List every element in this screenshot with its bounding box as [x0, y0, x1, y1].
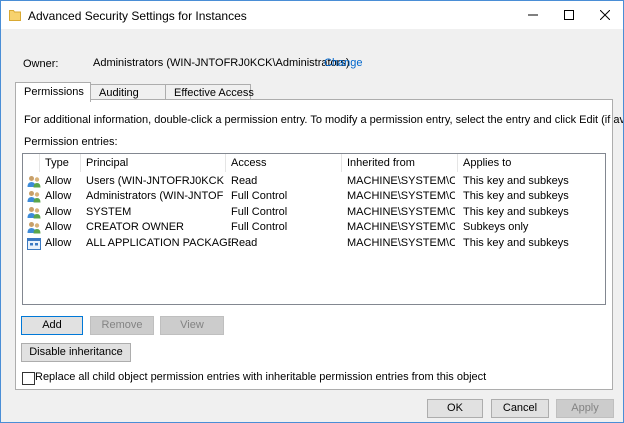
view-button[interactable]: View [160, 316, 224, 335]
window-title: Advanced Security Settings for Instances [28, 9, 247, 23]
cell-inherited-from: MACHINE\SYSTEM\Cu... [347, 221, 455, 233]
cell-inherited-from: MACHINE\SYSTEM\Cu... [347, 190, 455, 202]
add-button[interactable]: Add [21, 316, 83, 335]
users-group-icon [27, 190, 41, 203]
title-bar[interactable]: Advanced Security Settings for Instances [1, 1, 623, 29]
close-button[interactable] [587, 1, 623, 29]
users-group-icon [27, 221, 41, 234]
cell-access: Full Control [231, 206, 288, 218]
dialog-window: Advanced Security Settings for Instances… [0, 0, 624, 423]
apply-button[interactable]: Apply [556, 399, 614, 418]
table-row[interactable]: Allow SYSTEM Full Control MACHINE\SYSTEM… [23, 205, 605, 220]
users-group-icon [27, 175, 41, 188]
owner-value: Administrators (WIN-JNTOFRJ0KCK\Administ… [93, 57, 350, 69]
disable-inheritance-button[interactable]: Disable inheritance [21, 343, 131, 362]
list-header: Type Principal Access Inherited from App… [23, 154, 605, 172]
ok-button[interactable]: OK [427, 399, 483, 418]
column-header-access[interactable]: Access [226, 154, 342, 172]
cell-type: Allow [45, 175, 72, 187]
replace-child-entries-label: Replace all child object permission entr… [35, 371, 487, 383]
table-row[interactable]: Allow ALL APPLICATION PACKAGES Read MACH… [23, 236, 605, 251]
column-header-principal[interactable]: Principal [81, 154, 226, 172]
column-header-icon [23, 154, 40, 172]
cell-principal: Users (WIN-JNTOFRJ0KCK\Us... [86, 175, 224, 187]
remove-button[interactable]: Remove [90, 316, 154, 335]
cell-type: Allow [45, 190, 72, 202]
tab-permissions[interactable]: Permissions [15, 82, 91, 102]
owner-label: Owner: [23, 58, 59, 70]
cell-type: Allow [45, 221, 72, 233]
permission-entries-list[interactable]: Type Principal Access Inherited from App… [22, 153, 606, 305]
cell-access: Full Control [231, 190, 288, 202]
column-header-applies-to[interactable]: Applies to [458, 154, 605, 172]
cell-inherited-from: MACHINE\SYSTEM\Cu... [347, 206, 455, 218]
maximize-icon [564, 10, 574, 20]
cell-applies-to: This key and subkeys [463, 237, 569, 249]
change-owner-link[interactable]: Change [324, 57, 363, 69]
minimize-button[interactable] [515, 1, 551, 29]
cell-inherited-from: MACHINE\SYSTEM\Cu... [347, 237, 455, 249]
column-header-inherited-from[interactable]: Inherited from [342, 154, 458, 172]
folder-icon [9, 8, 21, 21]
cell-applies-to: This key and subkeys [463, 175, 569, 187]
permissions-panel: For additional information, double-click… [15, 99, 623, 390]
users-group-icon [27, 206, 41, 219]
maximize-button[interactable] [551, 1, 587, 29]
cell-inherited-from: MACHINE\SYSTEM\Cu... [347, 175, 455, 187]
info-text: For additional information, double-click… [24, 114, 624, 126]
cell-principal: SYSTEM [86, 206, 132, 218]
replace-child-entries-checkbox[interactable] [22, 372, 35, 385]
table-row[interactable]: Allow CREATOR OWNER Full Control MACHINE… [23, 220, 605, 235]
column-header-type[interactable]: Type [40, 154, 81, 172]
cell-applies-to: This key and subkeys [463, 190, 569, 202]
table-row[interactable]: Allow Users (WIN-JNTOFRJ0KCK\Us... Read … [23, 174, 605, 189]
close-icon [600, 10, 610, 20]
cancel-button[interactable]: Cancel [491, 399, 549, 418]
cell-principal: CREATOR OWNER [86, 221, 184, 233]
permission-entries-label: Permission entries: [24, 136, 118, 148]
cell-type: Allow [45, 206, 72, 218]
cell-principal: ALL APPLICATION PACKAGES [86, 237, 231, 249]
cell-access: Full Control [231, 221, 288, 233]
cell-applies-to: Subkeys only [463, 221, 529, 233]
cell-type: Allow [45, 237, 72, 249]
cell-access: Read [231, 237, 258, 249]
cell-applies-to: This key and subkeys [463, 206, 569, 218]
app-packages-icon [27, 237, 41, 250]
cell-access: Read [231, 175, 258, 187]
minimize-icon [528, 14, 538, 16]
cell-principal: Administrators (WIN-JNTOFRJ... [86, 190, 224, 202]
table-row[interactable]: Allow Administrators (WIN-JNTOFRJ... Ful… [23, 189, 605, 204]
